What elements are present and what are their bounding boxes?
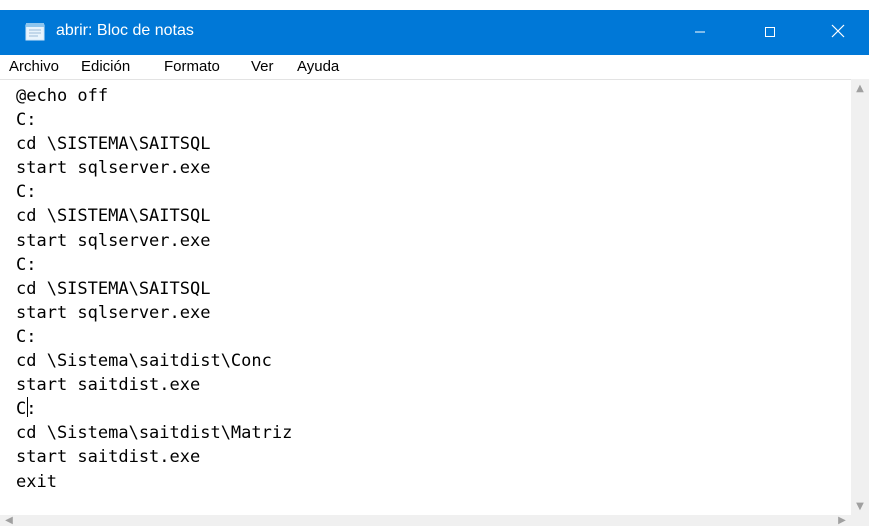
text-line: @echo off <box>16 86 109 106</box>
minimize-button[interactable] <box>677 10 723 55</box>
close-button[interactable] <box>815 10 861 55</box>
notepad-icon <box>25 23 45 41</box>
window-title: abrir: Bloc de notas <box>56 22 194 39</box>
text-line: C: <box>16 182 37 203</box>
text-line: cd \Sistema\saitdist\Conc <box>16 351 272 372</box>
text-line: C: <box>16 326 37 347</box>
menu-bar: Archivo Edición Formato Ver Ayuda <box>0 55 869 80</box>
menu-ayuda[interactable]: Ayuda <box>297 58 339 75</box>
text-line: cd \SISTEMA\SAITSQL <box>16 206 211 227</box>
menu-formato[interactable]: Formato <box>164 58 220 75</box>
text-editor[interactable]: @echo off C: cd \SISTEMA\SAITSQL start s… <box>0 79 851 516</box>
text-line: cd \SISTEMA\SAITSQL <box>16 134 211 155</box>
resize-grip[interactable] <box>851 515 869 526</box>
scroll-down-icon[interactable]: ▼ <box>851 497 869 515</box>
text-line: start sqlserver.exe <box>16 158 211 179</box>
text-line: C: <box>16 110 37 131</box>
horizontal-scrollbar[interactable]: ◀ ▶ <box>0 515 851 526</box>
maximize-icon <box>764 23 776 42</box>
notepad-window: abrir: Bloc de notas Archivo Edición For… <box>0 10 869 526</box>
title-bar[interactable]: abrir: Bloc de notas <box>0 10 869 55</box>
minimize-icon <box>694 23 706 42</box>
text-line: C: <box>16 254 37 275</box>
text-line: start saitdist.exe <box>16 447 201 468</box>
close-icon <box>831 23 845 42</box>
scroll-left-icon[interactable]: ◀ <box>0 515 18 526</box>
scroll-right-icon[interactable]: ▶ <box>833 515 851 526</box>
menu-ver[interactable]: Ver <box>251 58 274 75</box>
scroll-up-icon[interactable]: ▲ <box>851 79 869 97</box>
document-text[interactable]: @echo off C: cd \SISTEMA\SAITSQL start s… <box>16 84 292 494</box>
text-line: start sqlserver.exe <box>16 302 211 323</box>
text-caret <box>27 397 28 417</box>
text-line: start sqlserver.exe <box>16 230 211 251</box>
text-line: cd \Sistema\saitdist\Matriz <box>16 423 293 444</box>
menu-edicion[interactable]: Edición <box>81 58 130 75</box>
text-line: start saitdist.exe <box>16 375 201 396</box>
maximize-button[interactable] <box>747 10 793 55</box>
vertical-scrollbar[interactable]: ▲ ▼ <box>851 79 869 515</box>
background-window-strip <box>0 0 869 10</box>
text-line: exit <box>16 471 57 492</box>
text-line: C: <box>16 397 292 421</box>
text-line: cd \SISTEMA\SAITSQL <box>16 278 211 299</box>
menu-archivo[interactable]: Archivo <box>9 58 59 75</box>
